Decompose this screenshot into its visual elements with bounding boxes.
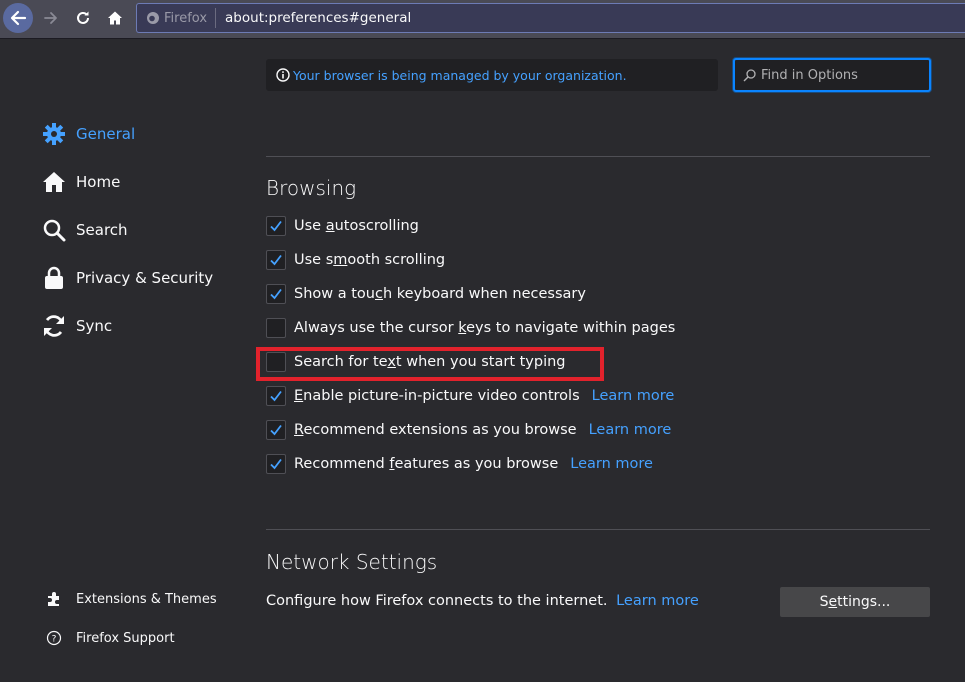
sidebar-item-home[interactable]: Home bbox=[42, 169, 120, 195]
sidebar-item-search[interactable]: Search bbox=[42, 217, 128, 243]
network-description-text: Configure how Firefox connects to the in… bbox=[266, 593, 608, 609]
gear-icon bbox=[42, 122, 66, 146]
browsing-option[interactable]: Use smooth scrolling bbox=[266, 250, 445, 270]
checkbox-checked[interactable] bbox=[266, 420, 286, 440]
checkbox-checked[interactable] bbox=[266, 386, 286, 406]
highlight-box bbox=[256, 347, 604, 381]
firefox-logo-icon bbox=[147, 12, 159, 24]
browser-toolbar: Firefox about:preferences#general bbox=[0, 0, 965, 39]
browsing-option[interactable]: Recommend extensions as you browse Learn … bbox=[266, 420, 671, 440]
back-button[interactable] bbox=[3, 3, 33, 33]
browsing-option[interactable]: Enable picture-in-picture video controls… bbox=[266, 386, 674, 406]
button-text: S bbox=[819, 594, 829, 610]
browsing-option[interactable]: Recommend features as you browse Learn mo… bbox=[266, 454, 653, 474]
lock-icon bbox=[42, 266, 66, 290]
sidebar-item-privacy[interactable]: Privacy & Security bbox=[42, 265, 213, 291]
reload-icon bbox=[77, 11, 89, 24]
checkmark-icon bbox=[270, 458, 282, 470]
button-accesskey: e bbox=[828, 594, 838, 610]
sidebar-item-general[interactable]: General bbox=[42, 121, 135, 147]
sidebar-item-label: General bbox=[76, 125, 136, 143]
search-icon bbox=[42, 218, 66, 242]
network-settings-heading: Network Settings bbox=[266, 550, 438, 574]
checkmark-icon bbox=[270, 424, 282, 436]
divider bbox=[266, 156, 930, 157]
checkbox-unchecked[interactable] bbox=[266, 318, 286, 338]
checkmark-icon bbox=[270, 220, 282, 232]
browsing-option[interactable]: Use autoscrolling bbox=[266, 216, 419, 236]
managed-notice-text[interactable]: Your browser is being managed by your or… bbox=[293, 68, 627, 83]
home-button[interactable] bbox=[100, 3, 130, 33]
identity-label: Firefox bbox=[164, 10, 208, 26]
forward-button[interactable] bbox=[36, 3, 66, 33]
option-label: Show a touch keyboard when necessary bbox=[294, 286, 586, 302]
checkmark-icon bbox=[270, 288, 282, 300]
option-label: Recommend extensions as you browse bbox=[294, 422, 577, 438]
home-icon bbox=[108, 11, 122, 25]
sidebar-item-label: Privacy & Security bbox=[76, 269, 214, 287]
info-icon bbox=[276, 68, 290, 82]
checkbox-checked[interactable] bbox=[266, 216, 286, 236]
sidebar-item-label: Search bbox=[76, 221, 128, 239]
find-in-options-input[interactable]: Find in Options bbox=[733, 58, 931, 92]
network-settings-button[interactable]: Se ttings... bbox=[780, 587, 930, 617]
divider bbox=[266, 529, 930, 530]
reload-button[interactable] bbox=[68, 3, 98, 33]
option-label: Enable picture-in-picture video controls bbox=[294, 388, 580, 404]
network-description: Configure how Firefox connects to the in… bbox=[266, 593, 699, 609]
checkmark-icon bbox=[270, 390, 282, 402]
sidebar-item-label: Home bbox=[76, 173, 121, 191]
option-label: Always use the cursor keys to navigate w… bbox=[294, 320, 676, 336]
checkbox-checked[interactable] bbox=[266, 284, 286, 304]
learn-more-link[interactable]: Learn more bbox=[570, 456, 653, 472]
browsing-heading: Browsing bbox=[266, 176, 357, 200]
arrow-right-icon bbox=[44, 12, 57, 24]
sidebar-item-sync[interactable]: Sync bbox=[42, 313, 112, 339]
network-learn-more-link[interactable]: Learn more bbox=[616, 593, 699, 609]
learn-more-link[interactable]: Learn more bbox=[592, 388, 675, 404]
sidebar-extensions-themes[interactable]: Extensions & Themes bbox=[46, 591, 217, 607]
option-label: Recommend features as you browse bbox=[294, 456, 559, 472]
svg-text:?: ? bbox=[52, 635, 57, 645]
find-placeholder: Find in Options bbox=[761, 67, 858, 83]
url-bar[interactable]: Firefox about:preferences#general bbox=[136, 3, 965, 33]
managed-notice[interactable]: Your browser is being managed by your or… bbox=[266, 59, 718, 91]
puzzle-icon bbox=[48, 592, 59, 606]
arrow-left-icon bbox=[10, 10, 27, 26]
browsing-option[interactable]: Always use the cursor keys to navigate w… bbox=[266, 318, 675, 338]
url-text[interactable]: about:preferences#general bbox=[216, 10, 411, 26]
checkmark-icon bbox=[270, 254, 282, 266]
button-text: ttings... bbox=[837, 594, 891, 610]
identity-box[interactable]: Firefox bbox=[137, 8, 217, 28]
option-label: Use smooth scrolling bbox=[294, 252, 446, 268]
checkbox-checked[interactable] bbox=[266, 454, 286, 474]
sidebar-firefox-support[interactable]: ? Firefox Support bbox=[46, 630, 175, 646]
option-label: Use autoscrolling bbox=[294, 218, 419, 234]
search-icon bbox=[743, 68, 756, 81]
browsing-option[interactable]: Show a touch keyboard when necessary bbox=[266, 284, 586, 304]
checkbox-checked[interactable] bbox=[266, 250, 286, 270]
learn-more-link[interactable]: Learn more bbox=[589, 422, 672, 438]
sidebar-item-label: Sync bbox=[76, 317, 113, 335]
sidebar-foot-label: Extensions & Themes bbox=[76, 591, 217, 607]
help-icon: ? bbox=[46, 630, 62, 646]
sidebar-foot-label: Firefox Support bbox=[76, 630, 175, 646]
sync-icon bbox=[42, 314, 66, 338]
home-icon bbox=[42, 170, 66, 194]
